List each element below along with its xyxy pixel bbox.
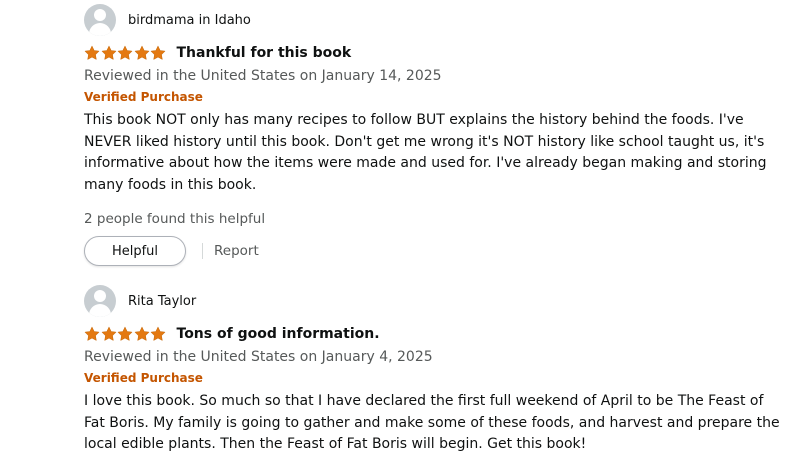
avatar xyxy=(84,285,116,317)
helpful-button[interactable]: Helpful xyxy=(84,236,186,266)
reviewer-profile[interactable]: birdmama in Idaho xyxy=(84,4,784,36)
star-icon xyxy=(150,45,166,61)
report-link[interactable]: Report xyxy=(214,243,259,259)
star-icon xyxy=(134,45,150,61)
review-body: I love this book. So much so that I have… xyxy=(84,393,780,452)
reviewer-profile[interactable]: Rita Taylor xyxy=(84,285,784,317)
star-rating[interactable] xyxy=(84,326,167,342)
star-icon xyxy=(84,45,100,61)
star-icon xyxy=(117,326,133,342)
star-icon xyxy=(134,326,150,342)
star-icon xyxy=(101,326,117,342)
divider xyxy=(202,243,203,259)
review-title[interactable]: Tons of good information. xyxy=(177,326,380,342)
star-icon xyxy=(84,326,100,342)
helpful-count: 2 people found this helpful xyxy=(84,211,266,227)
star-icon xyxy=(117,45,133,61)
star-icon xyxy=(101,45,117,61)
verified-purchase-badge: Verified Purchase xyxy=(84,90,203,104)
review-title[interactable]: Thankful for this book xyxy=(177,45,352,61)
star-icon xyxy=(150,326,166,342)
reviewer-name[interactable]: Rita Taylor xyxy=(128,294,196,309)
reviews-list: birdmama in Idaho Thankful for this book… xyxy=(0,0,800,455)
star-rating[interactable] xyxy=(84,45,167,61)
review-date: Reviewed in the United States on January… xyxy=(84,349,433,365)
review-date: Reviewed in the United States on January… xyxy=(84,68,442,84)
avatar xyxy=(84,4,116,36)
reviewer-name[interactable]: birdmama in Idaho xyxy=(128,13,251,28)
verified-purchase-badge: Verified Purchase xyxy=(84,371,203,385)
review-card: Rita Taylor Tons of good information. Re… xyxy=(84,285,784,455)
review-card: birdmama in Idaho Thankful for this book… xyxy=(84,4,784,267)
review-body: This book NOT only has many recipes to f… xyxy=(84,112,767,193)
